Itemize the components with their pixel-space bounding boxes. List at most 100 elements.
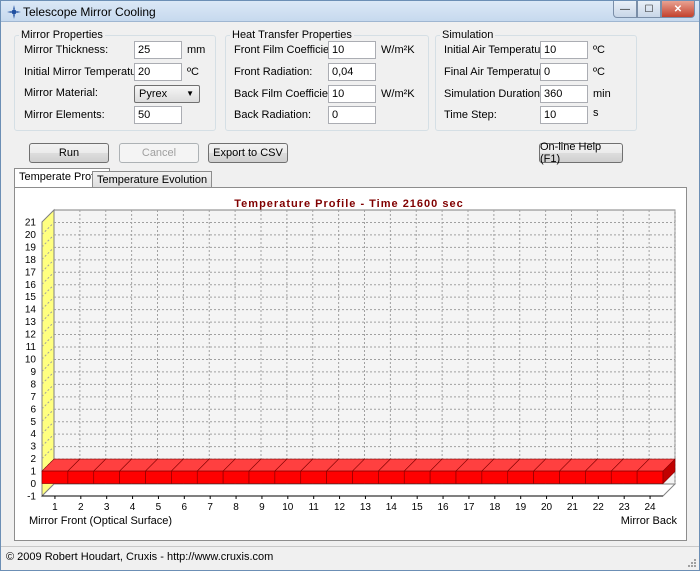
y-tick-label: 2 [30,454,36,465]
final-air-temp-label: Final Air Temperature: [444,66,552,78]
app-icon [7,5,21,19]
y-tick-label: 13 [25,317,37,328]
cancel-button[interactable]: Cancel [119,143,199,163]
back-film-label: Back Film Coefficient: [234,88,341,100]
initial-air-temp-unit: ºC [593,44,605,56]
y-tick-label: 4 [30,429,36,440]
time-step-unit: s [593,107,599,119]
back-film-input[interactable]: 10 [328,85,376,103]
y-tick-label: 0 [30,479,36,490]
back-film-unit: W/m²K [381,88,415,100]
x-tick-label: 12 [334,502,346,513]
x-tick-label: 4 [130,502,136,513]
close-button[interactable]: ✕ [661,1,695,18]
x-tick-label: 1 [52,502,58,513]
status-bar: © 2009 Robert Houdart, Cruxis - http://w… [1,546,699,570]
mirror-material-select[interactable]: Pyrex ▼ [134,85,200,103]
mirror-thickness-unit: mm [187,44,206,56]
x-tick-label: 19 [515,502,527,513]
x-tick-label: 8 [233,502,239,513]
simulation-title: Simulation [440,29,496,41]
x-tick-label: 15 [412,502,424,513]
front-film-label: Front Film Coefficient: [234,44,342,56]
heat-transfer-title: Heat Transfer Properties [230,29,354,41]
y-tick-label: 20 [25,230,37,241]
maximize-button[interactable]: ☐ [637,1,661,18]
run-button[interactable]: Run [29,143,109,163]
mirror-properties-title: Mirror Properties [19,29,105,41]
online-help-button[interactable]: On-line Help (F1) [539,141,623,165]
resize-grip-icon[interactable] [685,556,697,568]
y-tick-label: 21 [25,218,37,229]
front-film-unit: W/m²K [381,44,415,56]
mirror-elements-input[interactable]: 50 [134,106,182,124]
y-tick-label: 14 [25,305,37,316]
front-radiation-input[interactable]: 0,04 [328,63,376,81]
window-title: Telescope Mirror Cooling [23,5,156,19]
y-tick-label: 1 [30,467,36,478]
minimize-button[interactable]: — [613,1,637,18]
copyright-text: © 2009 Robert Houdart, Cruxis - http://w… [6,551,274,563]
final-air-temp-unit: ºC [593,66,605,78]
front-radiation-label: Front Radiation: [234,66,313,78]
initial-mirror-temp-label: Initial Mirror Temperature: [24,66,150,78]
x-tick-label: 17 [463,502,475,513]
initial-mirror-temp-unit: ºC [187,66,199,78]
x-tick-label: 24 [645,502,657,513]
y-tick-label: 6 [30,404,36,415]
chart-title: Temperature Profile - Time 21600 sec [234,198,463,210]
initial-air-temp-label: Initial Air Temperature: [444,44,554,56]
export-csv-button[interactable]: Export to CSV [208,143,288,163]
x-tick-label: 5 [156,502,162,513]
temperature-profile-chart: Temperature Profile - Time 21600 sec -1 0… [15,188,686,540]
x-tick-label: 13 [360,502,372,513]
x-axis-front-label: Mirror Front (Optical Surface) [29,515,172,527]
x-tick-label: 23 [619,502,631,513]
x-tick-label: 9 [259,502,265,513]
mirror-material-value: Pyrex [139,88,168,100]
x-tick-label: 3 [104,502,110,513]
x-tick-label: 16 [438,502,450,513]
x-tick-label: 18 [489,502,501,513]
y-tick-label: 9 [30,367,36,378]
chevron-down-icon: ▼ [186,89,194,98]
app-window: Telescope Mirror Cooling — ☐ ✕ Mirror Pr… [0,0,700,571]
x-tick-label: 22 [593,502,605,513]
y-tick-label: 8 [30,379,36,390]
chart-floor [40,483,677,497]
simulation-duration-label: Simulation Duration: [444,88,544,100]
y-tick-label: 16 [25,280,37,291]
x-tick-label: 11 [308,502,319,513]
y-tick-label: 3 [30,442,36,453]
front-film-input[interactable]: 10 [328,41,376,59]
y-tick-label: 18 [25,255,37,266]
y-tick-label: 11 [26,342,37,353]
title-bar[interactable]: Telescope Mirror Cooling — ☐ ✕ [1,1,699,22]
final-air-temp-input[interactable]: 0 [540,63,588,81]
y-tick-label: 17 [25,267,37,278]
x-tick-label: 20 [541,502,553,513]
y-tick-label: 19 [25,242,37,253]
simulation-duration-unit: min [593,88,611,100]
mirror-thickness-input[interactable]: 25 [134,41,182,59]
x-tick-label: 14 [386,502,398,513]
time-step-label: Time Step: [444,109,497,121]
y-tick-label: -1 [27,492,36,503]
mirror-material-label: Mirror Material: [24,87,98,99]
y-tick-label: 5 [30,417,36,428]
x-axis-back-label: Mirror Back [621,515,678,527]
mirror-elements-label: Mirror Elements: [24,109,105,121]
x-tick-label: 6 [182,502,188,513]
y-tick-label: 15 [25,292,37,303]
back-radiation-input[interactable]: 0 [328,106,376,124]
time-step-input[interactable]: 10 [540,106,588,124]
tab-panel: Temperature Profile - Time 21600 sec -1 0… [14,187,687,541]
initial-air-temp-input[interactable]: 10 [540,41,588,59]
y-tick-label: 12 [25,330,37,341]
simulation-duration-input[interactable]: 360 [540,85,588,103]
x-tick-label: 10 [282,502,294,513]
initial-mirror-temp-input[interactable]: 20 [134,63,182,81]
x-tick-label: 7 [207,502,213,513]
back-radiation-label: Back Radiation: [234,109,312,121]
y-tick-label: 7 [30,392,36,403]
